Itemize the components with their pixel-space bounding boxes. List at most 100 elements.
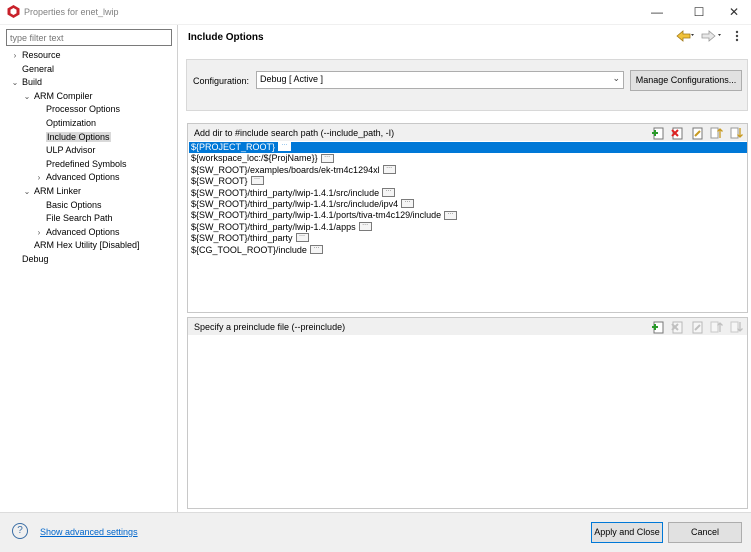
- include-path-item[interactable]: ${SW_ROOT}/examples/boards/ek-tm4c1294xl…: [189, 165, 396, 176]
- delete-icon[interactable]: [670, 126, 684, 140]
- configuration-label: Configuration:: [193, 76, 250, 86]
- back-arrow-icon[interactable]: [675, 29, 695, 43]
- chevron-right-icon[interactable]: ›: [35, 226, 43, 239]
- tree-item[interactable]: › Advanced Options: [38, 226, 120, 239]
- delete-icon[interactable]: [670, 320, 684, 334]
- manage-configurations-button[interactable]: Manage Configurations...: [630, 70, 742, 91]
- tree-item-label: Advanced Options: [46, 172, 120, 183]
- tree-item[interactable]: ⌄ Build: [12, 76, 43, 89]
- tree-item[interactable]: ⌄ ARM Compiler: [24, 90, 93, 103]
- include-path-text: ${SW_ROOT}/third_party/lwip-1.4.1/src/in…: [191, 199, 399, 209]
- include-path-text: ${SW_ROOT}/third_party/lwip-1.4.1/apps: [191, 221, 356, 232]
- move-up-icon[interactable]: [709, 126, 724, 140]
- tree-item[interactable]: ARM Hex Utility [Disabled]: [34, 239, 140, 252]
- tree-item[interactable]: General: [22, 63, 54, 76]
- tree-item[interactable]: Optimization: [46, 117, 96, 130]
- tree-item[interactable]: File Search Path: [46, 212, 113, 225]
- page-title: Include Options: [188, 32, 264, 43]
- tree-item[interactable]: Processor Options: [46, 103, 120, 116]
- include-path-item[interactable]: ${PROJECT_ROOT} ···: [189, 142, 747, 153]
- move-down-icon[interactable]: [729, 126, 743, 140]
- tree-item[interactable]: Basic Options: [46, 199, 102, 212]
- tree-item-label: Include Options: [46, 131, 111, 142]
- chevron-down-icon[interactable]: ⌄: [23, 90, 31, 103]
- add-icon[interactable]: [651, 320, 665, 334]
- include-path-item[interactable]: ${SW_ROOT}/third_party/lwip-1.4.1/src/in…: [189, 187, 396, 199]
- add-icon[interactable]: [651, 126, 665, 140]
- include-path-item[interactable]: ${SW_ROOT}/third_party ···: [189, 233, 309, 244]
- tree-item[interactable]: ⌄ ARM Linker: [24, 185, 81, 198]
- include-path-toolbar: [648, 126, 743, 140]
- title-bar: Properties for enet_lwip — ☐ ✕: [0, 0, 751, 24]
- chevron-down-icon[interactable]: ⌄: [11, 76, 19, 89]
- browse-icon[interactable]: ···: [358, 221, 372, 231]
- tree-item-label: Advanced Options: [46, 226, 120, 237]
- include-path-text: ${CG_TOOL_ROOT}/include: [191, 244, 307, 255]
- tree-item-label: General: [22, 63, 55, 74]
- include-path-item[interactable]: ${SW_ROOT}/third_party/lwip-1.4.1/src/in…: [189, 199, 415, 210]
- configuration-select[interactable]: Debug [ Active ] ⌄: [256, 71, 624, 89]
- preinclude-panel: Specify a preinclude file (--preinclude): [187, 317, 748, 509]
- apply-and-close-button[interactable]: Apply and Close: [591, 522, 663, 543]
- include-path-item[interactable]: ${SW_ROOT}/third_party/lwip-1.4.1/apps ··…: [189, 222, 372, 233]
- include-path-text: ${PROJECT_ROOT}: [191, 142, 276, 152]
- chevron-down-icon[interactable]: ⌄: [23, 185, 31, 198]
- browse-icon[interactable]: ···: [320, 153, 334, 163]
- move-up-icon[interactable]: [709, 320, 724, 334]
- tree-item-label: ARM Hex Utility [Disabled]: [34, 240, 140, 251]
- tree-item-label: Debug: [22, 254, 49, 264]
- preinclude-toolbar: [648, 320, 743, 334]
- include-path-text: ${SW_ROOT}/third_party: [191, 233, 293, 244]
- include-path-text: ${workspace_loc:/${ProjName}}: [191, 153, 318, 164]
- help-icon[interactable]: ?: [12, 523, 28, 539]
- tree-item[interactable]: › Advanced Options: [38, 171, 120, 184]
- cancel-button[interactable]: Cancel: [668, 522, 742, 543]
- include-path-text: ${SW_ROOT}/examples/boards/ek-tm4c1294xl: [191, 164, 380, 175]
- browse-icon[interactable]: ···: [382, 164, 396, 174]
- tree-item-label: Build: [22, 77, 43, 88]
- browse-icon[interactable]: ···: [250, 176, 264, 186]
- move-down-icon[interactable]: [729, 320, 743, 334]
- minimize-button[interactable]: —: [635, 0, 679, 24]
- include-path-item[interactable]: ${CG_TOOL_ROOT}/include ···: [189, 245, 323, 256]
- tree-item-label: Resource: [22, 50, 61, 60]
- tree-item-label: Optimization: [46, 118, 97, 128]
- preinclude-header: Specify a preinclude file (--preinclude): [188, 318, 747, 335]
- tree-item-label: ULP Advisor: [46, 145, 96, 156]
- include-path-item[interactable]: ${SW_ROOT} ···: [189, 176, 264, 187]
- filter-input[interactable]: [6, 29, 172, 46]
- browse-icon[interactable]: ···: [401, 199, 415, 209]
- view-menu-icon[interactable]: [734, 29, 740, 43]
- right-panel: Include Options Configuration: Debug [ A…: [178, 25, 751, 512]
- include-path-item[interactable]: ${workspace_loc:/${ProjName}} ···: [189, 153, 334, 164]
- include-path-text: ${SW_ROOT}/third_party/lwip-1.4.1/src/in…: [191, 187, 380, 198]
- tree-item[interactable]: Include Options: [46, 131, 111, 144]
- show-advanced-settings-link[interactable]: Show advanced settings: [40, 527, 138, 537]
- dialog-footer: ? Show advanced settings Apply and Close…: [0, 512, 751, 552]
- browse-icon[interactable]: ···: [309, 244, 323, 254]
- include-path-item[interactable]: ${SW_ROOT}/third_party/lwip-1.4.1/ports/…: [189, 210, 458, 221]
- browse-icon[interactable]: ···: [295, 233, 309, 243]
- tree-item[interactable]: › Resource: [14, 49, 61, 62]
- browse-icon[interactable]: ···: [382, 187, 396, 197]
- configuration-group: Configuration: Debug [ Active ] ⌄ Manage…: [186, 59, 748, 111]
- tree-item[interactable]: ULP Advisor: [46, 144, 95, 157]
- browse-icon[interactable]: ···: [444, 210, 458, 220]
- browse-icon[interactable]: ···: [278, 142, 292, 152]
- include-path-header: Add dir to #include search path (--inclu…: [188, 124, 747, 141]
- edit-icon[interactable]: [690, 320, 704, 334]
- app-icon: [7, 5, 20, 18]
- chevron-right-icon[interactable]: ›: [11, 49, 19, 62]
- include-path-text: ${SW_ROOT}/third_party/lwip-1.4.1/ports/…: [191, 210, 442, 221]
- tree-item[interactable]: Predefined Symbols: [46, 158, 127, 171]
- close-button[interactable]: ✕: [712, 0, 751, 24]
- tree-item-label: Basic Options: [46, 199, 102, 210]
- forward-arrow-icon[interactable]: [701, 29, 723, 43]
- tree-item[interactable]: Debug: [22, 253, 49, 266]
- chevron-down-icon: ⌄: [612, 73, 620, 83]
- chevron-right-icon[interactable]: ›: [35, 171, 43, 184]
- tree-item-label: Processor Options: [46, 104, 121, 115]
- edit-icon[interactable]: [690, 126, 704, 140]
- configuration-value: Debug [ Active ]: [260, 74, 324, 84]
- window-title: Properties for enet_lwip: [24, 7, 119, 17]
